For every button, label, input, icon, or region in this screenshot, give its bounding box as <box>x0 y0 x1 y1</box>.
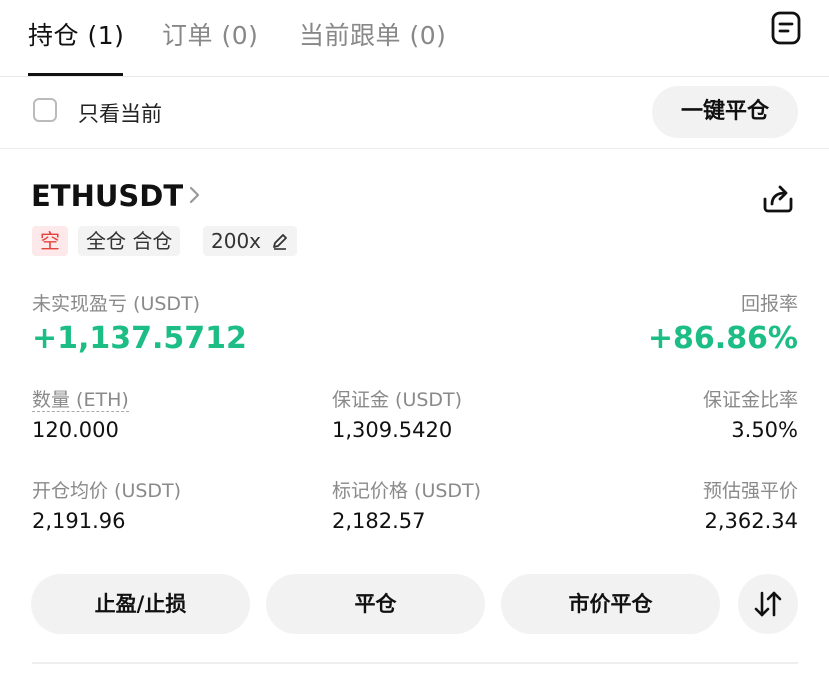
liquidation-price-value: 2,362.34 <box>704 509 798 533</box>
margin-ratio-label: 保证金比率 <box>702 389 798 411</box>
position-tabs: 持仓 (1) 订单 (0) 当前跟单 (0) <box>0 0 829 77</box>
leverage-value: 200x <box>211 229 262 253</box>
quantity-value: 120.000 <box>32 418 119 442</box>
document-icon[interactable] <box>769 11 803 45</box>
tp-sl-button[interactable]: 止盈/止损 <box>31 574 250 634</box>
mark-price-label: 标记价格 (USDT) <box>332 480 482 502</box>
chevron-right-icon[interactable] <box>186 183 204 207</box>
margin-label: 保证金 (USDT) <box>332 389 463 411</box>
unrealized-pnl-label: 未实现盈亏 (USDT) <box>32 293 201 315</box>
roi-label: 回报率 <box>740 293 798 315</box>
close-all-button[interactable]: 一键平仓 <box>652 86 798 138</box>
mark-price-value: 2,182.57 <box>332 509 426 533</box>
margin-value: 1,309.5420 <box>332 418 453 442</box>
tab-copy-trading[interactable]: 当前跟单 (0) <box>299 16 446 52</box>
share-icon[interactable] <box>760 180 796 216</box>
liquidation-price-label: 预估强平价 <box>702 480 798 502</box>
active-tab-indicator <box>28 73 123 76</box>
side-badge: 空 <box>32 226 68 256</box>
tab-orders[interactable]: 订单 (0) <box>162 16 258 52</box>
margin-mode-badge: 全仓 合仓 <box>78 226 181 256</box>
quantity-label-wrap: 数量 (ETH) <box>32 385 129 412</box>
entry-price-label: 开仓均价 (USDT) <box>32 480 182 502</box>
swap-arrows-icon <box>754 591 782 617</box>
tab-positions[interactable]: 持仓 (1) <box>28 16 124 52</box>
current-only-checkbox[interactable] <box>33 98 57 122</box>
unrealized-pnl-value: +1,137.5712 <box>32 321 247 356</box>
roi-value: +86.86% <box>647 321 798 356</box>
margin-ratio-value: 3.50% <box>731 418 798 442</box>
close-position-button[interactable]: 平仓 <box>266 574 485 634</box>
edit-icon <box>273 234 288 250</box>
leverage-badge[interactable]: 200x <box>203 226 298 256</box>
divider <box>32 662 798 664</box>
market-close-button[interactable]: 市价平仓 <box>501 574 720 634</box>
filter-row: 只看当前 一键平仓 <box>0 77 829 149</box>
reverse-position-button[interactable] <box>738 574 798 634</box>
symbol-name[interactable]: ETHUSDT <box>31 179 183 213</box>
current-only-label: 只看当前 <box>78 102 162 126</box>
entry-price-value: 2,191.96 <box>32 509 126 533</box>
quantity-label[interactable]: 数量 (ETH) <box>32 389 129 412</box>
